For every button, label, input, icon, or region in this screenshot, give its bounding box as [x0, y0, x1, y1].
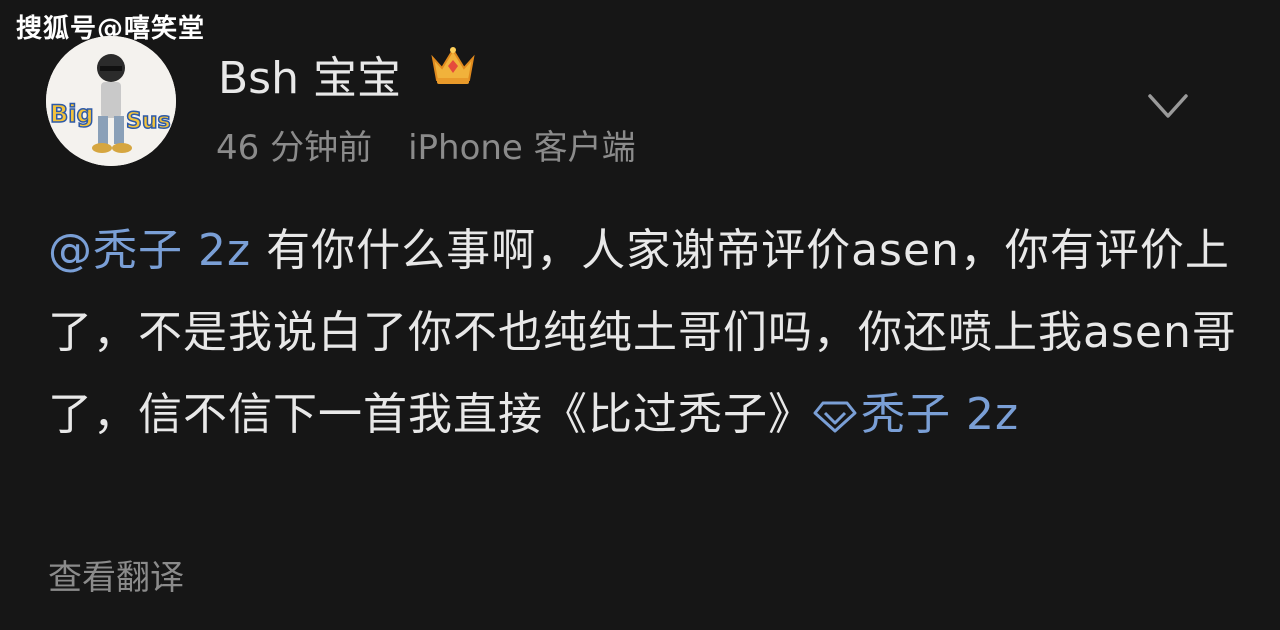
topic-link[interactable]: 秃子 2z — [813, 389, 1019, 440]
crown-badge-icon — [431, 47, 475, 84]
svg-text:Sus: Sus — [126, 109, 171, 134]
post-body: @秃子 2z 有你什么事啊，人家谢帝评价asen，你有评价上了，不是我说白了你不… — [48, 210, 1238, 456]
svg-text:Big: Big — [50, 100, 94, 128]
mention-link[interactable]: @秃子 2z — [48, 225, 251, 276]
post-time: 46 分钟前 — [216, 128, 373, 168]
avatar-icon: Big Sus — [46, 36, 176, 166]
post-client: iPhone 客户端 — [408, 128, 636, 168]
chevron-down-icon[interactable] — [1146, 86, 1190, 126]
avatar[interactable]: Big Sus — [46, 36, 176, 166]
username[interactable]: Bsh 宝宝 — [218, 42, 401, 106]
translate-button[interactable]: 查看翻译 — [48, 550, 184, 599]
post-meta: 46 分钟前 iPhone 客户端 — [216, 120, 636, 169]
diamond-link-icon — [813, 401, 857, 433]
topic-link-label: 秃子 2z — [861, 389, 1020, 440]
